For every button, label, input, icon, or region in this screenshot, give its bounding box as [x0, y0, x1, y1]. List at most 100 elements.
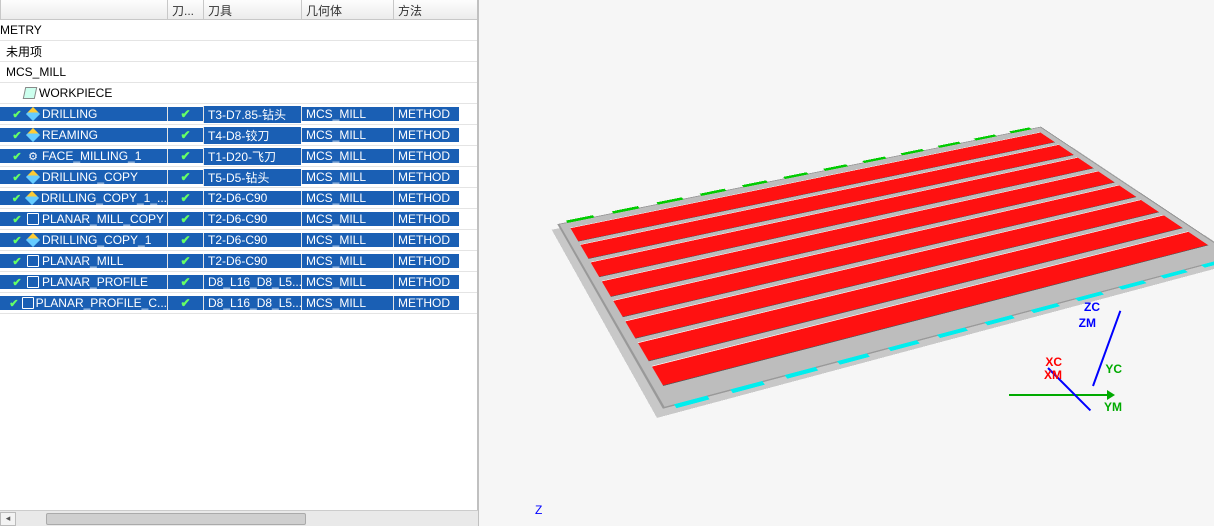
- planar-op-icon: [26, 212, 40, 226]
- row-label: PLANAR_MILL: [42, 254, 123, 268]
- cell-tool: T2-D6-C90: [203, 254, 301, 268]
- tree-row[interactable]: ✔ DRILLING_COPY_1_... ✔ T2-D6-C90MCS_MILLME…: [0, 188, 477, 209]
- row-label: PLANAR_PROFILE_C...: [36, 296, 167, 310]
- tree-row[interactable]: MCS_MILL: [0, 62, 477, 83]
- header-method[interactable]: 方法: [393, 0, 459, 19]
- axis-label-zc: ZC: [1084, 300, 1100, 314]
- cell-tool: T4-D8-铰刀: [203, 127, 301, 144]
- tree-row[interactable]: ✔DRILLING✔T3-D7.85-钻头MCS_MILLMETHOD: [0, 104, 477, 125]
- status-check-icon: ✔: [10, 107, 24, 121]
- cell-geom: MCS_MILL: [301, 275, 393, 289]
- row-label: DRILLING: [42, 107, 97, 121]
- axis-label-xm: XM: [1044, 368, 1062, 382]
- tree-row[interactable]: ✔PLANAR_PROFILE_C...✔D8_L16_D8_L5...MCS_…: [0, 293, 477, 314]
- operation-navigator-panel: 刀... 刀具 几何体 方法 METRY 未用项 MCS_MILL WORKPIECE…: [0, 0, 478, 526]
- tree-row[interactable]: 未用项: [0, 41, 477, 62]
- toolchange-check-icon: ✔: [180, 170, 190, 184]
- toolchange-check-icon: ✔: [180, 107, 190, 121]
- cell-tool: D8_L16_D8_L5...: [203, 275, 301, 289]
- cell-method: METHOD: [393, 296, 459, 310]
- tree-row[interactable]: WORKPIECE: [0, 83, 477, 104]
- row-label: PLANAR_MILL_COPY: [42, 212, 164, 226]
- row-label: FACE_MILLING_1: [42, 149, 141, 163]
- tree-row[interactable]: ✔ PLANAR_MILL_COPY ✔ T2-D6-C90MCS_MILLMETHO…: [0, 209, 477, 230]
- drill-op-icon: [26, 233, 40, 247]
- graphics-viewport[interactable]: YC YM XC XM ZC ZM Z: [478, 0, 1214, 526]
- row-label: DRILLING_COPY: [42, 170, 138, 184]
- cell-method: METHOD: [393, 149, 459, 163]
- header-geometry[interactable]: 几何体: [301, 0, 393, 19]
- row-label: MCS_MILL: [6, 65, 66, 79]
- planar-op-icon: [22, 296, 34, 310]
- tree-row[interactable]: ✔⚙FACE_MILLING_1✔T1-D20-飞刀MCS_MILLMETHOD: [0, 146, 477, 167]
- planar-op-icon: [26, 275, 40, 289]
- column-headers: 刀... 刀具 几何体 方法: [0, 0, 477, 20]
- tree-row[interactable]: METRY: [0, 20, 477, 41]
- status-check-icon: ✔: [10, 275, 24, 289]
- cell-method: METHOD: [393, 170, 459, 184]
- axis-label-zm: ZM: [1079, 316, 1096, 330]
- cell-geom: MCS_MILL: [301, 254, 393, 268]
- status-check-icon: ✔: [10, 233, 24, 247]
- toolchange-check-icon: ✔: [180, 254, 190, 268]
- tree-row[interactable]: ✔PLANAR_PROFILE✔D8_L16_D8_L5...MCS_MILLM…: [0, 272, 477, 293]
- status-check-icon: ✔: [10, 149, 24, 163]
- row-label: REAMING: [42, 128, 98, 142]
- header-tool[interactable]: 刀具: [203, 0, 301, 19]
- row-label: WORKPIECE: [39, 86, 112, 100]
- cell-geom: MCS_MILL: [301, 191, 393, 205]
- header-name[interactable]: [0, 0, 167, 19]
- drill-op-icon: [25, 191, 39, 205]
- tree-row[interactable]: ✔ PLANAR_MILL ✔ T2-D6-C90MCS_MILLMETHOD: [0, 251, 477, 272]
- drill-op-icon: [26, 170, 40, 184]
- tree-row[interactable]: ✔DRILLING_COPY_1✔T2-D6-C90MCS_MILLMETHOD: [0, 230, 477, 251]
- mini-axis-z: Z: [535, 503, 542, 517]
- tree-row[interactable]: ✔ DRILLING_COPY ✔ T5-D5-钻头MCS_MILLMETHOD: [0, 167, 477, 188]
- status-check-icon: ✔: [10, 212, 24, 226]
- cell-method: METHOD: [393, 107, 459, 121]
- row-label: 未用项: [6, 43, 42, 60]
- cell-tool: T5-D5-钻头: [203, 169, 301, 186]
- face-mill-icon: ⚙: [26, 149, 40, 163]
- toolchange-check-icon: ✔: [180, 212, 190, 226]
- cell-geom: MCS_MILL: [301, 170, 393, 184]
- axis-label-ym: YM: [1104, 400, 1122, 414]
- scroll-thumb[interactable]: [46, 513, 306, 525]
- toolchange-check-icon: ✔: [180, 296, 190, 310]
- cell-method: METHOD: [393, 191, 459, 205]
- toolchange-check-icon: ✔: [180, 128, 190, 142]
- cell-method: METHOD: [393, 128, 459, 142]
- cell-method: METHOD: [393, 254, 459, 268]
- cell-tool: T3-D7.85-钻头: [203, 106, 301, 123]
- header-toolchange[interactable]: 刀...: [167, 0, 203, 19]
- scroll-left-button[interactable]: ◂: [0, 512, 16, 526]
- tree-row[interactable]: ✔ REAMING ✔ T4-D8-铰刀MCS_MILLMETHOD: [0, 125, 477, 146]
- row-label: METRY: [0, 23, 42, 37]
- cell-geom: MCS_MILL: [301, 149, 393, 163]
- status-check-icon: ✔: [10, 191, 24, 205]
- cell-method: METHOD: [393, 275, 459, 289]
- cell-method: METHOD: [393, 212, 459, 226]
- workpiece-icon: [23, 87, 38, 99]
- cell-geom: MCS_MILL: [301, 212, 393, 226]
- cell-tool: T2-D6-C90: [203, 191, 301, 205]
- status-check-icon: ✔: [10, 254, 24, 268]
- status-check-icon: ✔: [10, 170, 24, 184]
- status-check-icon: ✔: [10, 128, 24, 142]
- row-label: DRILLING_COPY_1_...: [41, 191, 167, 205]
- cell-tool: T2-D6-C90: [203, 212, 301, 226]
- toolchange-check-icon: ✔: [180, 149, 190, 163]
- operation-tree[interactable]: METRY 未用项 MCS_MILL WORKPIECE ✔ DRILLING ✔ T3-D7…: [0, 20, 477, 526]
- row-label: PLANAR_PROFILE: [42, 275, 148, 289]
- cell-geom: MCS_MILL: [301, 233, 393, 247]
- y-axis-arrow: [1009, 394, 1109, 396]
- drill-op-icon: [26, 128, 40, 142]
- axis-label-yc: YC: [1105, 362, 1122, 376]
- cell-geom: MCS_MILL: [301, 296, 393, 310]
- row-label: DRILLING_COPY_1: [42, 233, 151, 247]
- toolchange-check-icon: ✔: [180, 191, 190, 205]
- cell-method: METHOD: [393, 233, 459, 247]
- cell-geom: MCS_MILL: [301, 128, 393, 142]
- cell-tool: T1-D20-飞刀: [203, 148, 301, 165]
- cell-tool: T2-D6-C90: [203, 233, 301, 247]
